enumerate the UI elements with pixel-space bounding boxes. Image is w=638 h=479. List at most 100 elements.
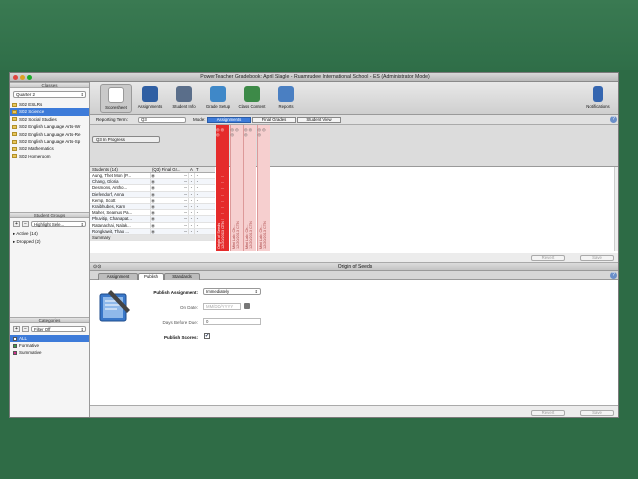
class-item[interactable]: S02 Homeroom <box>10 153 89 160</box>
class-item-label: S02 English Language Arts-Sp <box>19 138 81 144</box>
score-cell[interactable] <box>244 229 257 235</box>
student-final-grade-cell[interactable]: ◉ -- <box>150 173 188 179</box>
grid-revert-button[interactable]: Revert <box>531 255 565 261</box>
category-item[interactable]: ALL <box>10 335 89 343</box>
student-final-grade-cell[interactable]: ◉ -- <box>150 185 188 191</box>
close-button[interactable] <box>13 75 18 80</box>
remove-category-button[interactable]: − <box>22 326 29 333</box>
assignment-column[interactable]: Mini Lab: Ch... 12/20/2013 CTN ◎ ◎ ◎ <box>256 125 271 251</box>
t-cell[interactable]: - <box>194 216 200 222</box>
score-cell[interactable] <box>258 229 271 235</box>
help-icon[interactable]: ? <box>610 116 617 123</box>
toolbar-reports-button[interactable]: Reports <box>270 84 302 113</box>
tab-standards[interactable]: Standards <box>164 273 200 280</box>
class-item[interactable]: S02 English Language Arts-Re <box>10 131 89 138</box>
class-item[interactable]: S02 Mathematics <box>10 145 89 152</box>
publish-scores-checkbox[interactable]: ✔ <box>204 333 210 339</box>
t-cell[interactable]: - <box>194 179 200 185</box>
t-cell[interactable]: - <box>194 191 200 197</box>
student-final-grade-cell[interactable]: ◉ -- <box>150 216 188 222</box>
student-group-item[interactable]: ▸ Dropped (2) <box>10 238 89 246</box>
student-final-grade-cell[interactable]: ◉ -- <box>150 191 188 197</box>
student-final-grade-cell[interactable]: ◉ -- <box>150 222 188 228</box>
toolbar-scoresheet-button[interactable]: Scoresheet <box>100 84 132 113</box>
student-final-grade-cell[interactable]: ◉ -- <box>150 210 188 216</box>
add-group-button[interactable]: + <box>13 221 20 228</box>
publish-assignment-select[interactable]: Immediately ⇕ <box>203 288 261 295</box>
student-group-item[interactable]: ▸ Active (14) <box>10 230 89 238</box>
class-item[interactable]: S02 English Language Arts-Sp <box>10 138 89 145</box>
notifications-label: Notifications <box>586 104 610 109</box>
student-final-grade-cell[interactable]: ◉ -- <box>150 179 188 185</box>
toolbar-student-info-button[interactable]: Student Info <box>168 84 200 113</box>
category-label: ALL <box>19 336 28 342</box>
category-color-swatch <box>13 343 17 348</box>
filter-select[interactable]: Filter Off ⇕ <box>31 326 86 333</box>
student-groups-header: Student Groups <box>10 212 89 219</box>
t-cell[interactable]: - <box>194 197 200 203</box>
grid-save-button[interactable]: Save <box>580 255 614 261</box>
highlight-select[interactable]: Highlight Sele... ⇕ <box>31 221 86 228</box>
toolbar-assignments-button[interactable]: Assignments <box>134 84 166 113</box>
class-item[interactable]: S02 English Language Arts-Wr <box>10 123 89 130</box>
final-grade-value: -- <box>184 173 187 178</box>
class-item[interactable]: S02 Social Studies <box>10 116 89 123</box>
assignment-column[interactable]: Mini Lab: Ch... 12/20/2013 CTN ◎ ◎ ◎ <box>229 125 244 251</box>
t-cell[interactable]: - <box>194 222 200 228</box>
final-grade-column-header[interactable]: (Q3) Final Gr... <box>150 167 188 172</box>
assignment-column[interactable]: Mini Lab: Ch... 12/20/2013 CTN ◎ ◎ ◎ <box>243 125 256 251</box>
mode-final-grades-button[interactable]: Final Grades <box>252 117 296 123</box>
add-category-button[interactable]: + <box>13 326 20 333</box>
student-final-grade-cell[interactable]: ◉ -- <box>150 204 188 210</box>
toolbar-button-label: Grade Setup <box>205 104 231 109</box>
student-name: Kemp, Scott <box>92 197 116 203</box>
remove-group-button[interactable]: − <box>22 221 29 228</box>
score-cell[interactable] <box>231 229 244 235</box>
minimize-button[interactable] <box>20 75 25 80</box>
t-cell[interactable]: - <box>194 185 200 191</box>
notifications-button[interactable]: Notifications <box>580 84 616 113</box>
panel-controls-icon[interactable]: ⊙⊙ <box>93 263 101 271</box>
t-cell[interactable]: - <box>194 173 200 179</box>
mode-student-view-button[interactable]: Student View <box>297 117 341 123</box>
panel-revert-button[interactable]: Revert <box>531 410 565 416</box>
title-bar: PowerTeacher Gradebook: April Slagle - R… <box>10 73 618 82</box>
publish-assignment-label: Publish Assignment: <box>153 290 198 295</box>
days-before-due-input[interactable]: 0 <box>203 318 261 325</box>
category-item[interactable]: Summative <box>10 349 89 356</box>
help-icon[interactable]: ? <box>610 272 617 279</box>
t-cell[interactable]: - <box>194 228 200 234</box>
t-column-header[interactable]: T <box>194 167 200 172</box>
panel-save-button[interactable]: Save <box>580 410 614 416</box>
t-cell[interactable]: - <box>194 210 200 216</box>
student-final-grade-cell[interactable]: ◉ -- <box>150 197 188 203</box>
calendar-icon[interactable] <box>244 303 250 309</box>
students-column-header[interactable]: Students (14) <box>90 167 150 172</box>
folder-icon <box>12 117 17 122</box>
category-item[interactable]: Formative <box>10 342 89 349</box>
t-cell[interactable]: - <box>194 204 200 210</box>
student-name: Chang, Gloria <box>92 179 119 185</box>
mode-assignments-button[interactable]: Assignments <box>207 117 251 123</box>
zoom-button[interactable] <box>27 75 32 80</box>
class-item[interactable]: S02 ESLRs <box>10 101 89 108</box>
panel-title: Origin of Seeds <box>337 264 373 270</box>
publish-scores-label: Publish Scores: <box>163 335 198 340</box>
student-name: Phuvitip, Chanapat... <box>92 216 132 222</box>
in-progress-button[interactable]: Q3 In Progress <box>92 136 160 143</box>
toolbar-grade-setup-button[interactable]: Grade Setup <box>202 84 234 113</box>
tab-assignment[interactable]: Assignment <box>98 273 138 280</box>
summary-row[interactable]: Summary <box>90 235 215 242</box>
publish-illustration-icon <box>97 288 133 322</box>
folder-icon <box>12 102 17 107</box>
student-final-grade-cell[interactable]: ◉ -- <box>150 228 188 234</box>
class-item[interactable]: S02 Science <box>10 108 89 116</box>
score-cell[interactable]: -- <box>216 229 229 235</box>
reporting-term-select[interactable]: Q3 <box>138 117 186 123</box>
toolbar-class-content-button[interactable]: Class Content <box>236 84 268 113</box>
tab-publish[interactable]: Publish <box>138 273 164 280</box>
on-date-input[interactable]: MM/DD/YYYY <box>203 303 241 310</box>
term-select[interactable]: Quarter 2 ⇕ <box>13 91 86 98</box>
grid-vertical-scrollbar[interactable] <box>614 167 618 251</box>
assignment-column[interactable]: Origin of Seeds 12/20/2013 CTN ◎ ◎ ◎ -- -- --… <box>216 125 229 251</box>
